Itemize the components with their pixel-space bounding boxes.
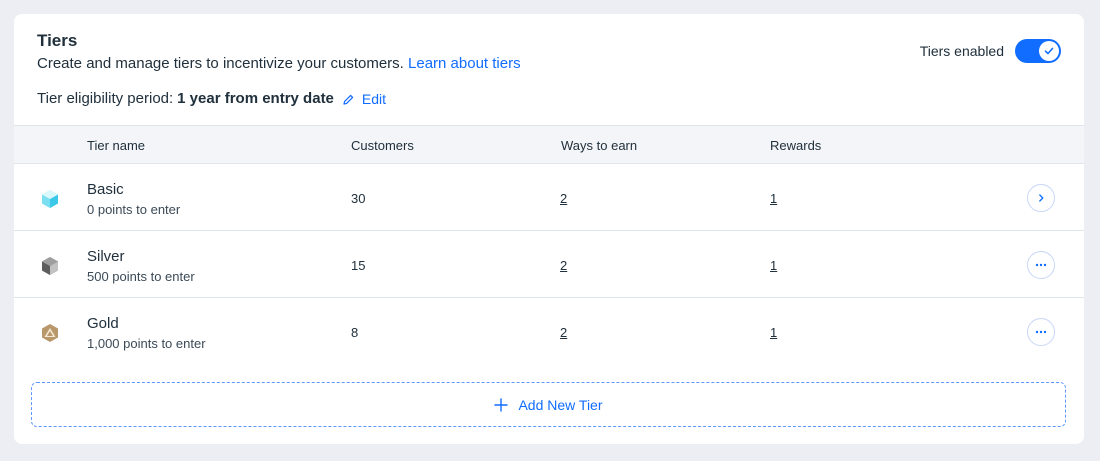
tiers-enabled-control: Tiers enabled xyxy=(920,39,1061,63)
column-header-tier-name: Tier name xyxy=(87,138,146,153)
column-header-customers: Customers xyxy=(351,138,414,153)
ways-to-earn-link[interactable]: 2 xyxy=(560,325,567,340)
add-new-tier-button[interactable]: Add New Tier xyxy=(31,382,1066,427)
tiers-enabled-toggle[interactable] xyxy=(1015,39,1061,63)
table-row[interactable]: Gold 1,000 points to enter 8 2 1 xyxy=(14,298,1084,365)
ways-to-earn-link[interactable]: 2 xyxy=(560,191,567,206)
table-row[interactable]: Basic 0 points to enter 30 2 1 xyxy=(14,164,1084,231)
column-header-ways-to-earn: Ways to earn xyxy=(561,138,638,153)
tier-customers: 8 xyxy=(351,325,359,340)
rewards-link[interactable]: 1 xyxy=(770,191,777,206)
chevron-right-icon xyxy=(1039,194,1044,202)
column-header-rewards: Rewards xyxy=(770,138,822,153)
tier-name: Basic xyxy=(87,181,124,198)
table-header: Tier name Customers Ways to earn Rewards xyxy=(14,125,1084,164)
basic-tier-icon xyxy=(42,190,58,208)
more-options-button[interactable] xyxy=(1027,318,1055,346)
learn-about-tiers-link[interactable]: Learn about tiers xyxy=(408,55,521,72)
page-title: Tiers xyxy=(37,31,78,50)
table-row[interactable]: Silver 500 points to enter 15 2 1 xyxy=(14,231,1084,298)
add-new-tier-label: Add New Tier xyxy=(518,396,603,413)
tiers-header: Tiers Create and manage tiers to incenti… xyxy=(37,30,1061,74)
edit-eligibility-button[interactable]: Edit xyxy=(342,89,386,109)
more-options-icon xyxy=(1035,330,1047,334)
toggle-knob xyxy=(1039,41,1059,61)
tier-points: 0 points to enter xyxy=(87,202,181,217)
plus-icon xyxy=(494,397,509,412)
tier-points: 500 points to enter xyxy=(87,269,195,284)
tiers-card: Tiers Create and manage tiers to incenti… xyxy=(14,14,1084,444)
more-options-icon xyxy=(1035,263,1047,267)
tier-customers: 30 xyxy=(351,191,366,206)
tier-name: Gold xyxy=(87,315,119,332)
eligibility-period: Tier eligibility period: 1 year from ent… xyxy=(37,89,386,109)
pencil-icon xyxy=(343,94,354,105)
rewards-link[interactable]: 1 xyxy=(770,325,777,340)
silver-tier-icon xyxy=(42,257,58,275)
tier-points: 1,000 points to enter xyxy=(87,336,206,351)
tier-customers: 15 xyxy=(351,258,366,273)
edit-label: Edit xyxy=(361,91,387,107)
rewards-link[interactable]: 1 xyxy=(770,258,777,273)
checkmark-icon xyxy=(1044,47,1054,55)
gold-tier-icon xyxy=(42,324,58,342)
page-subtitle: Create and manage tiers to incentivize y… xyxy=(37,54,1061,74)
more-options-button[interactable] xyxy=(1027,251,1055,279)
tier-name: Silver xyxy=(87,248,125,265)
open-tier-button[interactable] xyxy=(1027,184,1055,212)
eligibility-label: Tier eligibility period: xyxy=(37,90,174,107)
ways-to-earn-link[interactable]: 2 xyxy=(560,258,567,273)
subtitle-text: Create and manage tiers to incentivize y… xyxy=(37,55,404,72)
tiers-enabled-label: Tiers enabled xyxy=(919,43,1004,59)
eligibility-value: 1 year from entry date xyxy=(177,90,334,107)
